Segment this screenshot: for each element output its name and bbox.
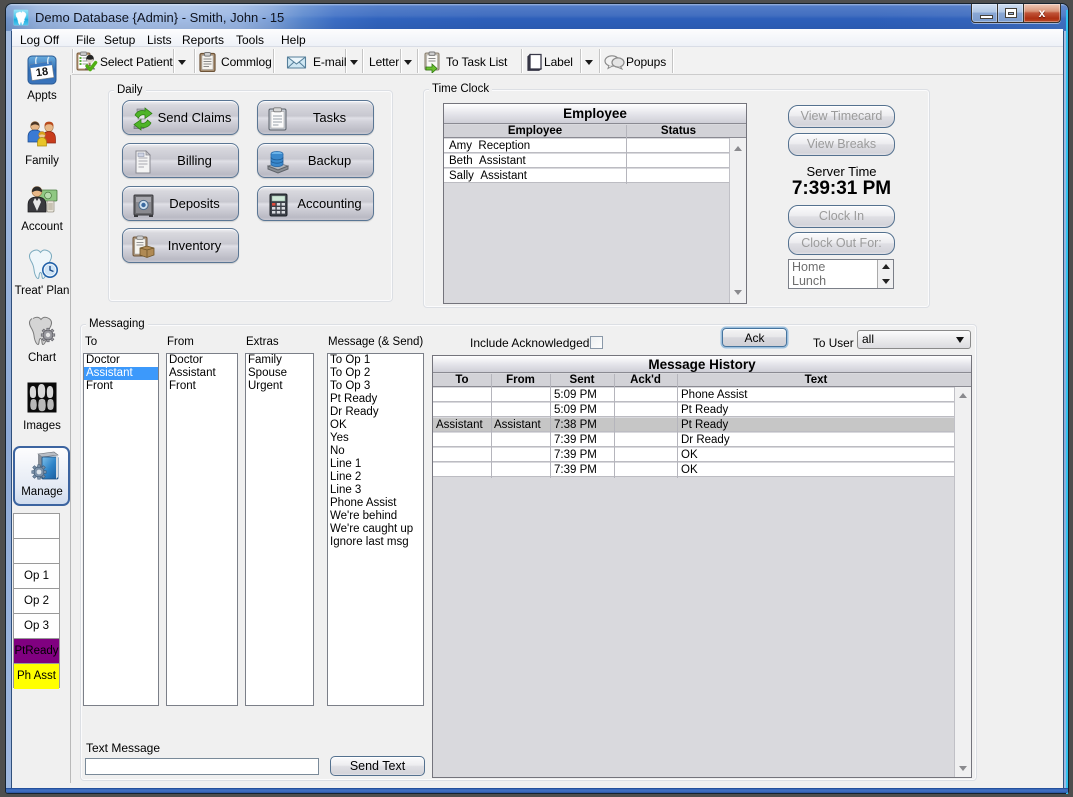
svg-text:18: 18 (35, 66, 49, 80)
